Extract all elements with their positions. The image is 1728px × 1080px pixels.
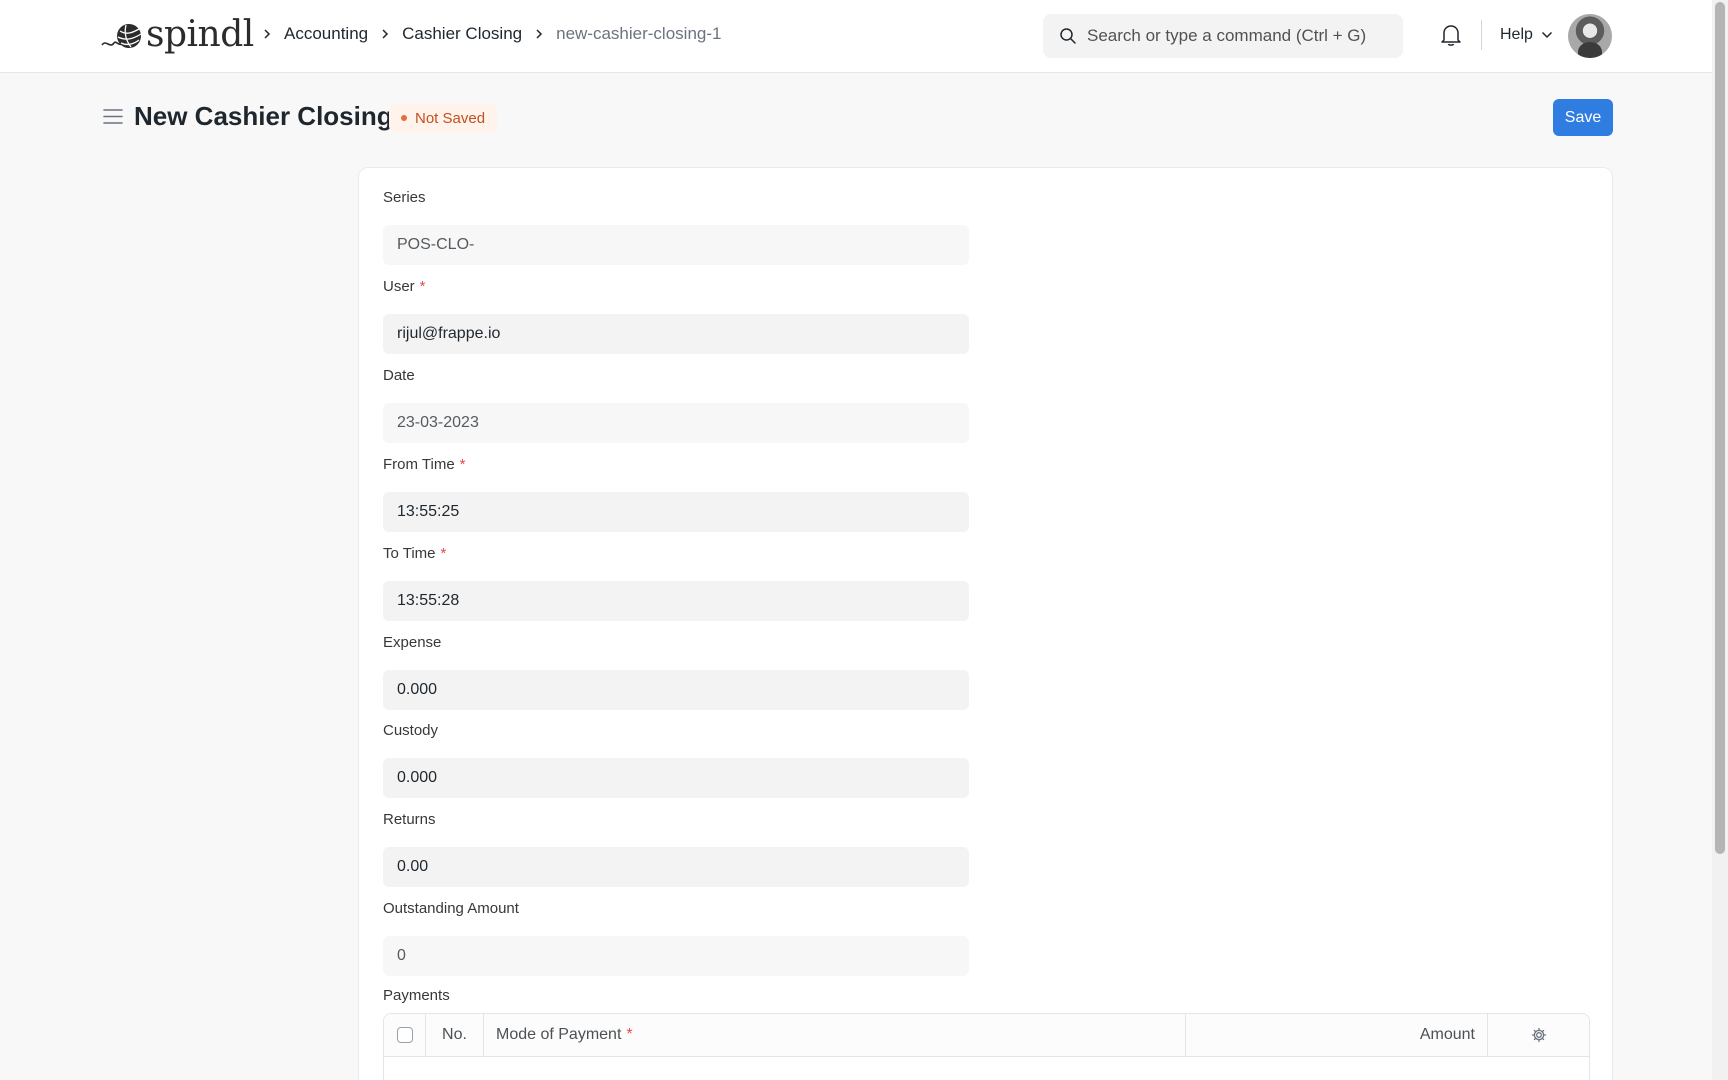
custody-label: Custody	[383, 721, 439, 739]
logo-text: spindl	[146, 14, 254, 55]
chevron-right-icon	[262, 28, 272, 40]
breadcrumb-accounting[interactable]: Accounting	[284, 24, 368, 44]
user-field: User *	[383, 276, 969, 354]
status-dot	[401, 115, 407, 121]
chevron-down-icon	[1541, 31, 1552, 39]
required-marker: *	[459, 455, 466, 473]
date-label: Date	[383, 366, 415, 384]
returns-field: Returns	[383, 809, 969, 887]
form-card: Series User* Date From Time* To Time* Ex…	[358, 167, 1613, 1080]
bell-icon[interactable]	[1440, 23, 1462, 47]
select-all-cell	[384, 1014, 426, 1056]
search-bar[interactable]	[1043, 14, 1403, 58]
search-icon	[1059, 27, 1077, 45]
outstanding-amount-input[interactable]	[383, 936, 969, 976]
scrollbar-thumb[interactable]	[1715, 2, 1725, 854]
page-scrollbar[interactable]	[1712, 0, 1728, 1080]
nav-divider	[1481, 20, 1482, 50]
to-time-field: To Time *	[383, 543, 969, 621]
column-amount: Amount	[1186, 1014, 1488, 1056]
outstanding-amount-field: Outstanding Amount	[383, 898, 969, 976]
expense-field: Expense	[383, 632, 969, 710]
search-input[interactable]	[1087, 26, 1397, 46]
chevron-right-icon	[534, 28, 544, 40]
column-mode-of-payment: Mode of Payment *	[484, 1014, 1186, 1056]
expense-input[interactable]	[383, 670, 969, 710]
payments-table: No. Mode of Payment * Amount	[383, 1013, 1590, 1080]
select-all-checkbox[interactable]	[396, 1027, 413, 1043]
expense-label: Expense	[383, 633, 442, 651]
custody-input[interactable]	[383, 758, 969, 798]
to-time-input[interactable]	[383, 581, 969, 621]
required-marker: *	[419, 277, 426, 295]
yarn-ball-icon	[101, 24, 142, 48]
to-time-label: To Time *	[383, 544, 447, 562]
status-badge: Not Saved	[389, 104, 498, 132]
breadcrumb-cashier-closing[interactable]: Cashier Closing	[402, 24, 522, 44]
from-time-label: From Time *	[383, 455, 466, 473]
user-avatar[interactable]	[1568, 14, 1612, 58]
help-label: Help	[1500, 26, 1533, 43]
from-time-input[interactable]	[383, 492, 969, 532]
help-dropdown[interactable]: Help	[1500, 26, 1553, 44]
series-label: Series	[383, 188, 426, 206]
returns-input[interactable]	[383, 847, 969, 887]
user-input[interactable]	[383, 314, 969, 354]
required-marker: *	[440, 544, 447, 562]
column-no: No.	[426, 1014, 484, 1056]
series-field: Series	[383, 187, 969, 265]
user-label: User *	[383, 277, 426, 295]
page-title: New Cashier Closing	[134, 101, 393, 131]
date-field: Date	[383, 365, 969, 443]
returns-label: Returns	[383, 810, 436, 828]
required-marker: *	[626, 1026, 633, 1043]
payments-table-header: No. Mode of Payment * Amount	[384, 1014, 1589, 1057]
navbar: spindl Accounting Cashier Closing new-ca…	[0, 0, 1712, 73]
series-input[interactable]	[383, 225, 969, 265]
gear-icon[interactable]	[1488, 1014, 1589, 1056]
date-input[interactable]	[383, 403, 969, 443]
save-button[interactable]: Save	[1553, 99, 1613, 136]
payments-label: Payments	[383, 987, 450, 1004]
chevron-right-icon	[380, 28, 390, 40]
breadcrumb: Accounting Cashier Closing new-cashier-c…	[258, 24, 721, 44]
status-text: Not Saved	[415, 109, 486, 127]
menu-icon[interactable]	[103, 108, 123, 125]
app-logo[interactable]: spindl	[100, 15, 254, 55]
custody-field: Custody	[383, 720, 969, 798]
from-time-field: From Time *	[383, 454, 969, 532]
outstanding-amount-label: Outstanding Amount	[383, 899, 519, 917]
breadcrumb-current: new-cashier-closing-1	[556, 24, 722, 43]
